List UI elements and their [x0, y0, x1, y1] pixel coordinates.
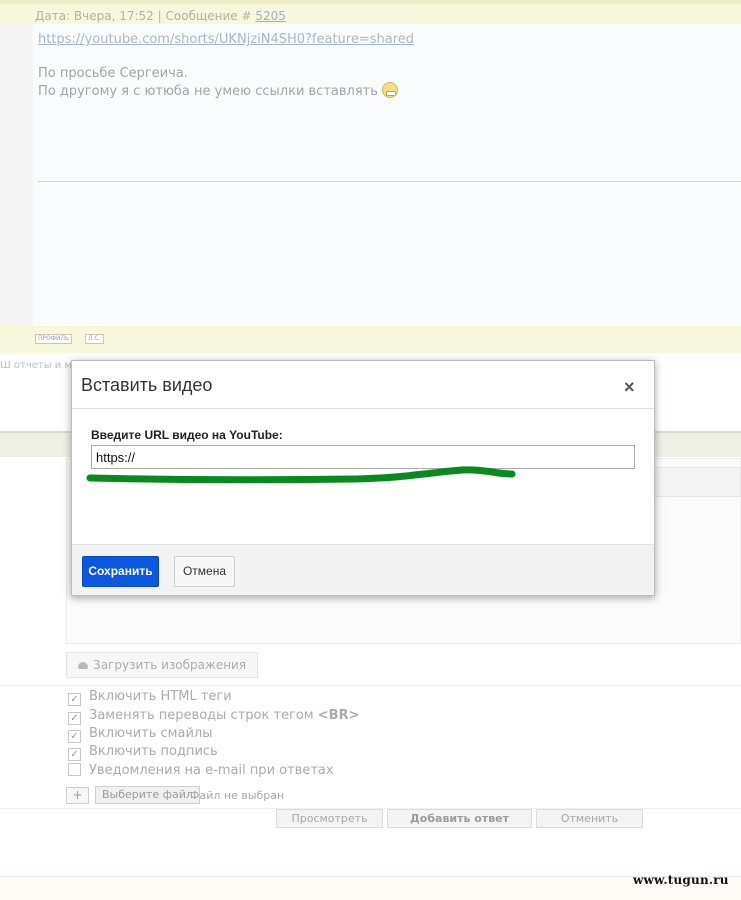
message-separator	[38, 181, 741, 182]
option-smileys[interactable]: ✓ Включить смайлы	[68, 726, 213, 743]
annotation-stroke	[86, 466, 516, 484]
choose-file-button[interactable]: Выберите файл	[95, 786, 200, 804]
message-line-2-text: По другому я с ютюба не умею ссылки вста…	[38, 84, 378, 99]
green-underline-annotation	[86, 466, 516, 484]
side-link[interactable]: Ш отчеты и м	[0, 360, 72, 371]
option-label: Включить смайлы	[89, 726, 213, 741]
upload-images-label: Загрузить изображения	[93, 658, 247, 672]
message-line-1: По просьбе Сергеича.	[38, 66, 188, 81]
grin-smiley-icon	[381, 82, 398, 98]
checkbox-checked[interactable]: ✓	[68, 730, 81, 743]
option-html-tags[interactable]: ✓ Включить HTML теги	[68, 689, 232, 706]
cancel-button[interactable]: Отмена	[174, 556, 235, 587]
upload-images-button[interactable]: Загрузить изображения	[66, 652, 259, 678]
checkbox-checked[interactable]: ✓	[68, 712, 81, 725]
option-label: Уведомления на e-mail при ответах	[89, 763, 334, 778]
close-icon[interactable]: ×	[624, 378, 635, 396]
message-meta-text: Дата: Вчера, 17:52 | Сообщение #	[35, 9, 256, 23]
message-number-link[interactable]: 5205	[255, 9, 286, 23]
checkbox-checked[interactable]: ✓	[68, 693, 81, 706]
file-status: Файл не выбран	[190, 789, 285, 802]
submit-reply-button[interactable]: Добавить ответ	[387, 809, 532, 828]
cancel-reply-button[interactable]: Отменить	[536, 809, 643, 828]
profile-button[interactable]: ПРОФИЛЬ	[35, 334, 73, 344]
save-button[interactable]: Сохранить	[82, 556, 159, 587]
dialog-footer: Сохранить Отмена	[72, 544, 654, 595]
private-message-button[interactable]: Л.С.	[85, 334, 104, 344]
option-label: Включить подпись	[89, 744, 218, 759]
option-br-tags[interactable]: ✓ Заменять переводы строк тегом <BR>	[68, 708, 360, 725]
option-signature[interactable]: ✓ Включить подпись	[68, 744, 218, 761]
option-tag: <BR>	[317, 708, 360, 723]
page-footer	[0, 876, 741, 900]
url-field-label: Введите URL видео на YouTube:	[91, 428, 283, 442]
dialog-header: Вставить видео ×	[72, 361, 654, 409]
dialog-title: Вставить видео	[81, 375, 213, 395]
option-email-notify[interactable]: Уведомления на e-mail при ответах	[68, 763, 334, 779]
message-line-2: По другому я с ютюба не умею ссылки вста…	[38, 82, 398, 99]
message-footer	[0, 326, 741, 353]
cloud-upload-icon	[78, 662, 88, 669]
youtube-link[interactable]: https://youtube.com/shorts/UKNjziN4SH0?f…	[38, 32, 414, 47]
option-label: Заменять переводы строк тегом	[89, 708, 314, 723]
preview-button[interactable]: Просмотреть	[276, 809, 383, 828]
add-file-button[interactable]: +	[66, 787, 89, 804]
checkbox-unchecked[interactable]	[68, 763, 81, 776]
watermark: www.tugun.ru	[633, 873, 729, 887]
editor-toolbar	[654, 467, 741, 497]
message-author-column	[0, 24, 33, 326]
message-meta: Дата: Вчера, 17:52 | Сообщение # 5205	[35, 9, 286, 23]
checkbox-checked[interactable]: ✓	[68, 748, 81, 761]
option-label: Включить HTML теги	[89, 689, 232, 704]
